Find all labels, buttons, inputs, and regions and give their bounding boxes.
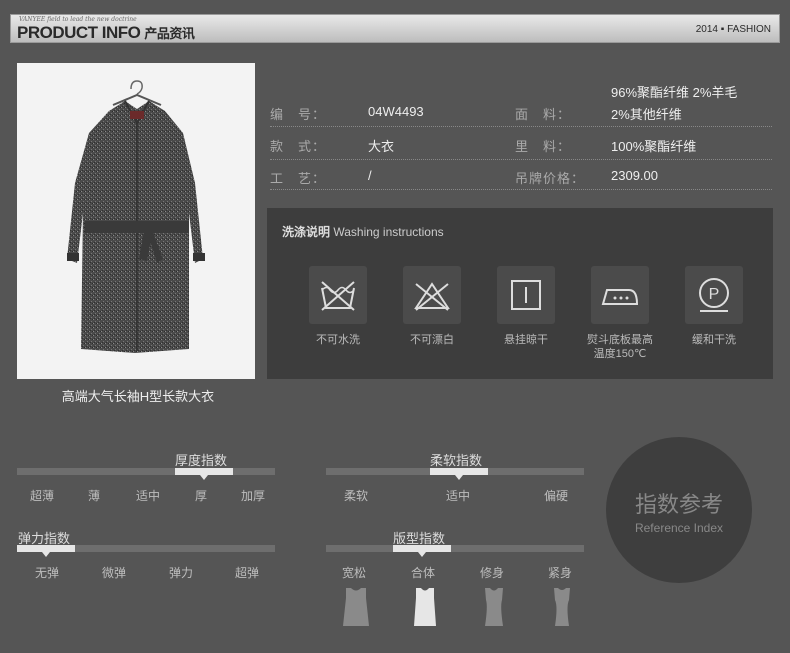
elasticity-option: 无弹 [35,566,60,580]
regular-fit-icon [414,588,436,626]
softness-option: 偏硬 [544,489,569,503]
tight-fit-icon [554,588,570,626]
row-value: 2309.00 [611,168,658,183]
no-bleach-icon [403,266,461,324]
wash-item: 悬挂晾干 [486,266,566,347]
thickness-option: 加厚 [241,489,266,503]
thickness-pointer-icon [200,475,208,480]
divider [270,189,772,190]
thickness-selected-segment [175,468,233,475]
wash-label: 熨斗底板最高 温度150℃ [587,334,653,360]
header-bar: VANYEE field to lead the new doctrine PR… [10,14,780,43]
wash-item: P 缓和干洗 [674,266,754,347]
fit-option: 紧身 [548,566,573,580]
wash-item: 不可漂白 [392,266,472,347]
product-photo [17,63,255,379]
info-row-2: 款 式： 大衣 里 料： 100%聚酯纤维 [270,128,772,158]
row-label: 吊牌价格： [515,171,586,186]
fit-pointer-icon [418,552,426,557]
wash-label: 不可水洗 [316,334,360,346]
wash-item: 熨斗底板最高 温度150℃ [580,266,660,361]
fit-option: 修身 [480,566,505,580]
wash-item: 不可水洗 [298,266,378,347]
row-value: 大衣 [368,139,395,154]
row-value: 04W4493 [368,104,424,119]
row-label: 款 式： [270,139,327,154]
thickness-option: 厚 [195,489,208,503]
reference-subtitle: Reference Index [634,521,724,535]
row-label: 工 艺： [270,171,327,186]
fit-option: 宽松 [342,566,367,580]
thickness-index: 厚度指数 超薄 薄 适中 厚 加厚 [17,448,275,508]
wash-label: 悬挂晾干 [504,334,548,346]
softness-option: 柔软 [344,489,369,503]
header-right: 2014 ▪ FASHION [695,24,771,35]
elasticity-option: 微弹 [102,566,127,580]
loose-fit-icon [343,588,369,626]
row-label: 面 料： [515,107,572,122]
divider [270,126,772,127]
fit-index: 版型指数 宽松 合体 修身 紧身 [326,526,584,636]
row-value: 2%其他纤维 [611,107,682,122]
row-label: 里 料： [515,139,572,154]
reference-index-badge: 指数参考 Reference Index [606,437,752,583]
elasticity-option: 弹力 [169,566,194,580]
slim-fit-icon [485,588,503,626]
thickness-option: 超薄 [30,489,55,503]
thickness-title: 厚度指数 [175,453,228,468]
info-row-3: 工 艺： / 吊牌价格： 2309.00 [270,160,772,190]
hang-dry-icon [497,266,555,324]
iron-icon [591,266,649,324]
wash-label: 缓和干洗 [692,334,736,346]
softness-selected-segment [430,468,488,475]
softness-index: 柔软指数 柔软 适中 偏硬 [326,448,584,508]
fit-option: 合体 [411,566,436,580]
row-value: 96%聚酯纤维 2%羊毛 [611,85,738,100]
info-row-1: 编 号： 04W4493 面 料： 96%聚酯纤维 2%羊毛 2%其他纤维 [270,78,772,128]
thickness-bar [17,468,275,475]
thickness-option: 薄 [88,489,101,503]
fit-selected-segment [393,545,451,552]
header-tagline: VANYEE field to lead the new doctrine [19,16,137,23]
no-wash-icon [309,266,367,324]
fit-bar [326,545,584,552]
softness-title: 柔软指数 [430,453,483,468]
elasticity-index: 弹力指数 无弹 微弹 弹力 超弹 [17,526,275,586]
wash-label: 不可漂白 [410,334,454,346]
softness-pointer-icon [455,475,463,480]
reference-title: 指数参考 [634,492,723,517]
page-title: PRODUCT INFO 产品资讯 [17,23,195,42]
row-value: / [368,168,372,183]
dry-clean-icon: P [685,266,743,324]
washing-panel: 洗涤说明 Washing instructions 不可水洗 不可漂白 悬挂晾干… [267,208,773,379]
row-label: 编 号： [270,107,327,122]
elasticity-pointer-icon [42,552,50,557]
row-value: 100%聚酯纤维 [611,139,697,154]
elasticity-selected-segment [17,545,75,552]
svg-text:P: P [709,286,720,303]
elasticity-option: 超弹 [235,566,260,580]
washing-title: 洗涤说明 Washing instructions [282,225,444,239]
thickness-option: 适中 [136,489,161,503]
softness-option: 适中 [446,489,471,503]
product-caption: 高端大气长袖H型长款大衣 [61,389,215,404]
